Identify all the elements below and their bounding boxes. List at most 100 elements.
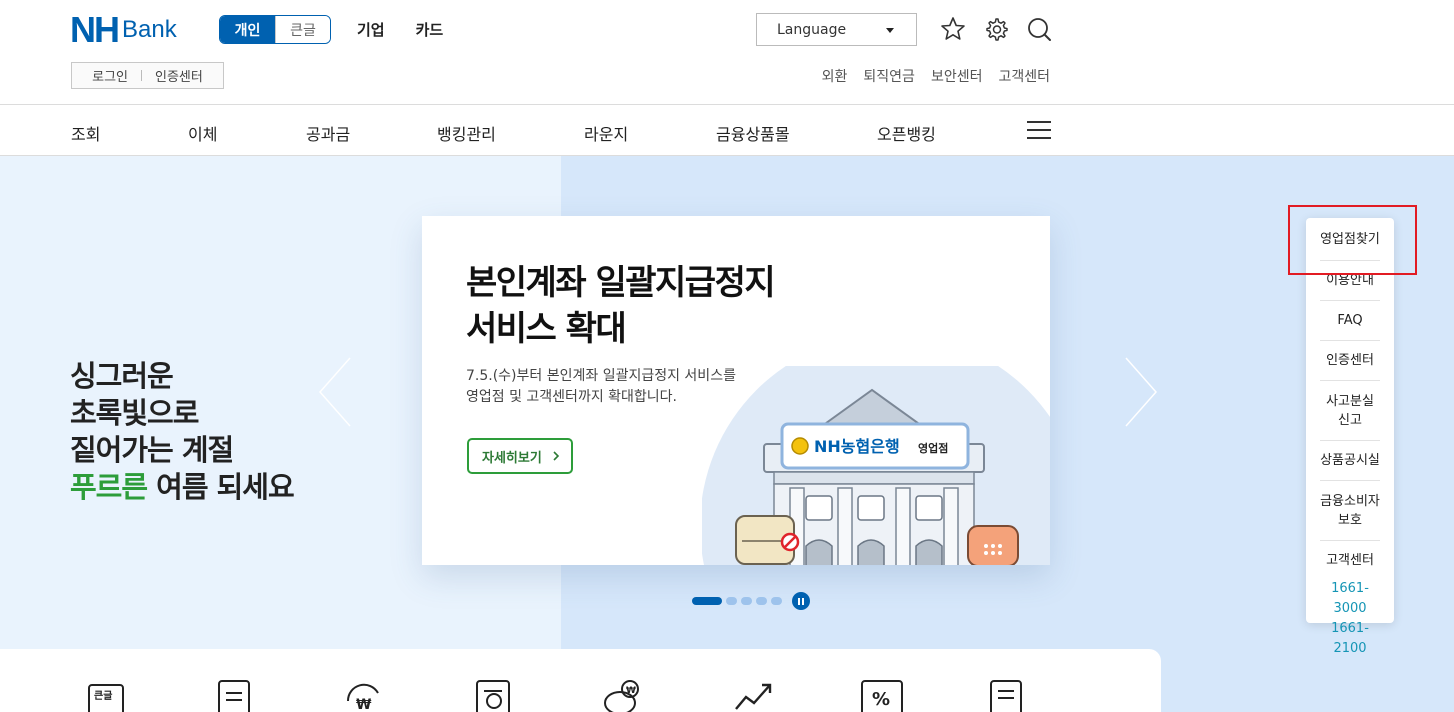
pager-dot-2[interactable]: [726, 597, 737, 605]
arch-door: [805, 539, 833, 565]
pager-dot-5[interactable]: [771, 597, 782, 605]
slogan-line: 싱그러운: [70, 359, 174, 393]
language-label: Language: [777, 21, 847, 38]
customer-phone: 1661-3000: [1331, 581, 1369, 616]
quick-customer-center[interactable]: 고객센터: [1320, 541, 1380, 579]
tab-large-text[interactable]: 큰글: [275, 16, 330, 43]
pager-dot-3[interactable]: [741, 597, 752, 605]
next-slide-arrow-icon[interactable]: [1118, 356, 1158, 428]
link-customer-center[interactable]: 고객센터: [998, 66, 1050, 86]
business-tabs: 기업 카드: [357, 19, 443, 40]
document-icon[interactable]: [216, 679, 260, 712]
column: [943, 487, 959, 565]
nav-open-banking[interactable]: 오픈뱅킹: [877, 121, 936, 145]
quick-menu-panel: 영업점찾기 이용안내 FAQ 인증센터 사고분실 신고 상품공시실 금융소비자 …: [1306, 218, 1394, 656]
percent-symbol: %: [872, 689, 890, 710]
quick-consumer-protection[interactable]: 금융소비자 보호: [1320, 481, 1380, 541]
interest-rate-icon[interactable]: %: [860, 679, 904, 712]
link-security-center[interactable]: 보안센터: [931, 66, 983, 86]
nav-lounge[interactable]: 라운지: [584, 121, 628, 145]
logo-nh-text: NH: [70, 9, 120, 50]
slogan-line: 초록빛으로: [70, 396, 199, 430]
nav-banking-management[interactable]: 뱅킹관리: [437, 121, 496, 145]
nav-inquiry[interactable]: 조회: [71, 121, 100, 145]
quick-branch-finder[interactable]: 영업점찾기: [1320, 218, 1380, 261]
main-navigation: 조회 이체 공과금 뱅킹관리 라운지 금융상품몰 오픈뱅킹: [0, 105, 1454, 156]
column: [895, 487, 911, 565]
customer-phone: 1661-2100: [1331, 621, 1369, 656]
language-select[interactable]: Language: [756, 13, 917, 46]
large-text-banking-icon[interactable]: 큰글: [86, 679, 130, 712]
currency-exchange-icon[interactable]: ₩: [342, 679, 386, 712]
slide-pagination: [692, 592, 810, 610]
personal-mode-toggle: 개인 큰글: [219, 15, 331, 44]
window: [805, 495, 833, 521]
pause-icon[interactable]: [792, 592, 810, 610]
nh-bank-logo[interactable]: NH Bank: [70, 9, 177, 50]
tab-personal[interactable]: 개인: [220, 16, 275, 43]
document-search-icon[interactable]: [474, 679, 518, 712]
arch-door: [857, 539, 885, 565]
slogan-line: 짙어가는 계절: [70, 433, 234, 467]
quick-product-disclosure[interactable]: 상품공시실: [1320, 441, 1380, 481]
quick-lost-report[interactable]: 사고분실 신고: [1320, 381, 1380, 441]
seasonal-slogan: 싱그러운 초록빛으로 짙어가는 계절 푸르른 여름 되세요: [70, 358, 295, 506]
promo-description: 7.5.(수)부터 본인계좌 일괄지급정지 서비스를 영업점 및 고객센터까지 …: [466, 366, 736, 408]
star-icon[interactable]: [940, 16, 966, 42]
menu-icon[interactable]: [1027, 121, 1051, 139]
sign-subtext: 영업점: [918, 441, 948, 455]
details-button-label: 자세히보기: [482, 450, 542, 466]
bank-branch-illustration: NH농협은행 영업점: [702, 366, 1050, 565]
utility-links: 외환 퇴직연금 보안센터 고객센터: [822, 66, 1050, 86]
quick-faq[interactable]: FAQ: [1320, 301, 1380, 341]
link-pension[interactable]: 퇴직연금: [863, 66, 915, 86]
slogan-rest: 여름 되세요: [147, 470, 294, 504]
link-foreign-exchange[interactable]: 외환: [822, 66, 848, 86]
pager-dot-1[interactable]: [692, 597, 722, 605]
nav-transfer[interactable]: 이체: [188, 121, 217, 145]
phone-key: [998, 551, 1002, 555]
phone-key: [991, 544, 995, 548]
large-text-badge: 큰글: [94, 690, 112, 702]
quick-usage-guide[interactable]: 이용안내: [1320, 261, 1380, 301]
piggy-won-symbol: ₩: [626, 686, 636, 696]
prev-slide-arrow-icon[interactable]: [318, 356, 358, 428]
piggy-bank-icon[interactable]: ₩: [600, 679, 644, 712]
promo-title-line: 본인계좌 일괄지급정지: [466, 263, 776, 303]
quick-cert-center[interactable]: 인증센터: [1320, 341, 1380, 381]
gear-icon[interactable]: [983, 16, 1009, 42]
header: NH Bank 개인 큰글 기업 카드 로그인 인증센터 Language 외환…: [0, 0, 1454, 105]
phone-key: [998, 544, 1002, 548]
promo-title: 본인계좌 일괄지급정지 서비스 확대: [466, 260, 776, 352]
cert-center-link[interactable]: 인증센터: [155, 66, 203, 85]
login-link[interactable]: 로그인: [92, 66, 128, 85]
arch-door: [915, 539, 943, 565]
promo-banner-card[interactable]: 본인계좌 일괄지급정지 서비스 확대 7.5.(수)부터 본인계좌 일괄지급정지…: [422, 216, 1050, 565]
slogan-green-word: 푸르른: [70, 470, 148, 504]
phone-key: [984, 551, 988, 555]
caret-down-icon: [886, 28, 894, 33]
login-box: 로그인 인증센터: [71, 62, 224, 89]
investment-chart-icon[interactable]: [732, 679, 776, 712]
promo-desc-line: 7.5.(수)부터 본인계좌 일괄지급정지 서비스를: [466, 368, 736, 384]
sign-text: NH농협은행: [814, 437, 900, 456]
chevron-right-icon: [553, 451, 559, 461]
nav-utility-bills[interactable]: 공과금: [306, 121, 350, 145]
phone-key: [984, 544, 988, 548]
entablature: [773, 471, 975, 485]
promo-title-line: 서비스 확대: [466, 309, 627, 349]
tab-corporate[interactable]: 기업: [357, 19, 385, 40]
promo-desc-line: 영업점 및 고객센터까지 확대합니다.: [466, 389, 677, 405]
nh-badge-icon: [791, 437, 809, 455]
details-button[interactable]: 자세히보기: [467, 438, 573, 474]
nav-financial-mall[interactable]: 금융상품몰: [716, 121, 790, 145]
search-icon[interactable]: [1026, 16, 1052, 42]
divider: [141, 70, 143, 81]
notice-document-icon[interactable]: [988, 679, 1032, 712]
won-symbol: ₩: [356, 697, 372, 712]
slogan-line: 푸르른 여름 되세요: [70, 469, 295, 506]
tab-card[interactable]: 카드: [416, 19, 444, 40]
window: [915, 495, 943, 521]
window: [857, 495, 885, 521]
pager-dot-4[interactable]: [756, 597, 767, 605]
